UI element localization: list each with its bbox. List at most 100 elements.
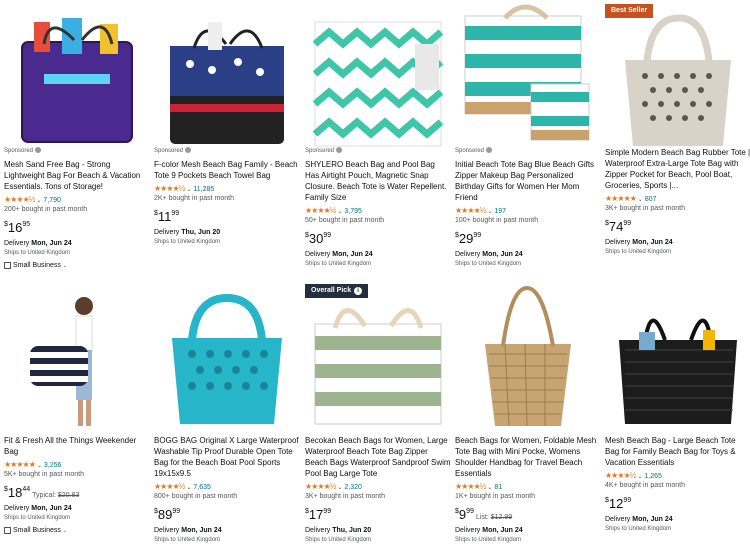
bought-in-past-month: 800+ bought in past month: [154, 493, 238, 500]
product-title[interactable]: Mesh Sand Free Bag - Strong Lightweight …: [4, 159, 150, 192]
rating-row: ★★★★½ ⌄ 81: [455, 482, 601, 492]
badge-label: Best Seller: [611, 7, 648, 14]
price-whole: 18: [7, 485, 23, 500]
price[interactable]: $1695: [4, 220, 150, 236]
product-image[interactable]: i: [305, 4, 451, 154]
chevron-down-icon[interactable]: ⌄: [638, 197, 643, 203]
chevron-down-icon[interactable]: ⌄: [487, 485, 492, 491]
product-title[interactable]: Simple Modern Beach Bag Rubber Tote | Wa…: [605, 147, 750, 191]
review-count[interactable]: 3,795: [344, 208, 362, 215]
delivery-label: Delivery: [305, 527, 333, 534]
price[interactable]: $1299: [605, 496, 750, 512]
review-count[interactable]: 197: [494, 208, 506, 215]
review-count[interactable]: 81: [494, 484, 502, 491]
star-rating[interactable]: ★★★★½: [154, 184, 185, 193]
chevron-down-icon[interactable]: ⌄: [186, 485, 191, 491]
product-image[interactable]: i: [4, 284, 150, 434]
price[interactable]: $2999: [455, 231, 601, 247]
bought-in-past-month: 3K+ bought in past month: [605, 205, 685, 212]
review-count[interactable]: 7,790: [43, 197, 61, 204]
list-price-label: Typical:: [32, 492, 58, 499]
price-fraction: 99: [323, 508, 332, 515]
star-rating[interactable]: ★★★★½: [455, 482, 486, 491]
price[interactable]: $999List: $12.99: [455, 507, 601, 523]
bought-in-past-month: 1K+ bought in past month: [455, 493, 535, 500]
product-title[interactable]: Becokan Beach Bags for Women, Large Wate…: [305, 435, 451, 479]
star-rating[interactable]: ★★★★½: [154, 482, 185, 491]
delivery-date: Mon, Jun 24: [482, 251, 523, 258]
ships-to: Ships to United Kingdom: [4, 515, 71, 521]
review-count[interactable]: 1,265: [644, 473, 662, 480]
price[interactable]: $8999: [154, 507, 300, 523]
product-title[interactable]: SHYLERO Beach Bag and Pool Bag Has Airti…: [305, 159, 451, 203]
product-image[interactable]: i: [605, 284, 750, 434]
sponsored-text: Sponsored: [305, 148, 335, 154]
rating-row: ★★★★½ ⌄ 7,790: [4, 195, 150, 205]
product-image[interactable]: i: [154, 4, 300, 154]
price[interactable]: $1799: [305, 507, 451, 523]
star-rating[interactable]: ★★★★½: [305, 206, 336, 215]
star-rating[interactable]: ★★★★★: [4, 460, 36, 469]
product-title[interactable]: F-color Mesh Beach Bag Family - Beach To…: [154, 159, 300, 181]
product-image[interactable]: Overall Pick i: [305, 284, 451, 434]
review-count[interactable]: 807: [645, 196, 657, 203]
sponsored-label[interactable]: Sponsored: [154, 147, 300, 156]
star-rating[interactable]: ★★★★★: [605, 194, 637, 203]
ships-to: Ships to United Kingdom: [605, 249, 672, 255]
review-count[interactable]: 2,320: [344, 484, 362, 491]
ships-to: Ships to United Kingdom: [4, 250, 71, 256]
info-icon[interactable]: [486, 147, 493, 154]
chevron-down-icon[interactable]: ⌄: [186, 187, 191, 193]
product-image[interactable]: i: [455, 4, 601, 154]
review-count[interactable]: 3,256: [44, 462, 62, 469]
price[interactable]: $3099: [305, 231, 451, 247]
sponsored-label[interactable]: Sponsored: [4, 147, 150, 156]
price[interactable]: $1844Typical: $20.83: [4, 485, 150, 501]
price-fraction: 99: [623, 497, 632, 504]
product-image[interactable]: Best Selleri: [605, 4, 750, 154]
info-icon[interactable]: [336, 147, 343, 154]
product-image[interactable]: i: [455, 284, 601, 434]
price-fraction: 99: [323, 232, 332, 239]
price[interactable]: $1199: [154, 209, 300, 225]
bought-in-past-month: 4K+ bought in past month: [605, 482, 685, 489]
chevron-down-icon: ⌄: [62, 263, 68, 269]
chevron-down-icon[interactable]: ⌄: [487, 209, 492, 215]
ships-to: Ships to United Kingdom: [455, 261, 522, 267]
bought-in-past-month: 50+ bought in past month: [305, 217, 385, 224]
chevron-down-icon[interactable]: ⌄: [337, 485, 342, 491]
small-business-icon: [4, 261, 11, 269]
ships-to: Ships to United Kingdom: [154, 537, 221, 543]
product-title[interactable]: Mesh Beach Bag - Large Beach Tote Bag fo…: [605, 435, 750, 468]
small-business-badge[interactable]: Small Business ⌄: [4, 261, 150, 271]
product-title[interactable]: Initial Beach Tote Bag Blue Beach Gifts …: [455, 159, 601, 203]
small-business-badge[interactable]: Small Business ⌄: [4, 526, 150, 536]
info-icon[interactable]: [35, 147, 42, 154]
product-title[interactable]: Fit & Fresh All the Things Weekender Bag: [4, 435, 150, 457]
star-rating[interactable]: ★★★★½: [305, 482, 336, 491]
info-icon[interactable]: [185, 147, 192, 154]
sponsored-label[interactable]: Sponsored: [455, 147, 601, 156]
chevron-down-icon[interactable]: ⌄: [637, 474, 642, 480]
info-icon[interactable]: i: [354, 287, 363, 295]
review-count[interactable]: 11,285: [193, 186, 214, 193]
chevron-down-icon[interactable]: ⌄: [36, 198, 41, 204]
delivery-info: Delivery Mon, Jun 24: [455, 250, 601, 260]
star-rating[interactable]: ★★★★½: [605, 471, 636, 480]
chevron-down-icon[interactable]: ⌄: [37, 463, 42, 469]
price-whole: 89: [157, 507, 173, 522]
product-image[interactable]: i: [4, 4, 150, 154]
price[interactable]: $7499: [605, 219, 750, 235]
delivery-date: Mon, Jun 24: [332, 251, 373, 258]
sponsored-label[interactable]: Sponsored: [305, 147, 451, 156]
star-rating[interactable]: ★★★★½: [455, 206, 486, 215]
product-title[interactable]: Beach Bags for Women, Foldable Mesh Tote…: [455, 435, 601, 479]
review-count[interactable]: 7,635: [193, 484, 211, 491]
product-image[interactable]: i: [154, 284, 300, 434]
product-title[interactable]: BOGG BAG Original X Large Waterproof Was…: [154, 435, 300, 479]
delivery-label: Delivery: [305, 251, 333, 258]
star-rating[interactable]: ★★★★½: [4, 195, 35, 204]
small-business-icon: [4, 526, 11, 534]
bought-in-past-month: 200+ bought in past month: [4, 206, 88, 213]
chevron-down-icon[interactable]: ⌄: [337, 209, 342, 215]
